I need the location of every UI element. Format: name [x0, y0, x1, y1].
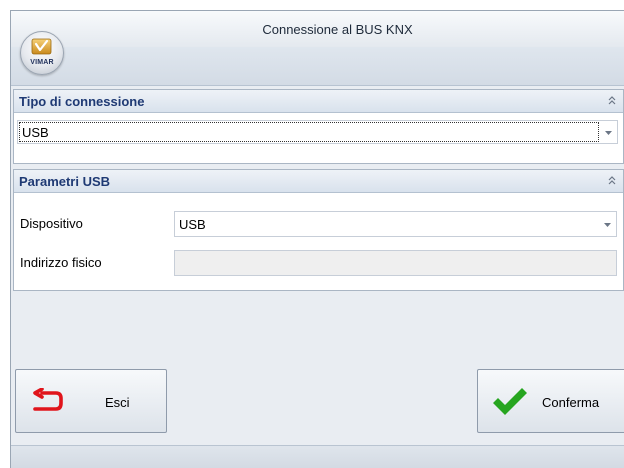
connection-type-select[interactable]: USB [17, 120, 618, 144]
focus-rect [19, 122, 599, 142]
checkmark-icon [493, 388, 527, 415]
connection-type-header[interactable]: Tipo di connessione [14, 90, 623, 113]
window-title: Connessione al BUS KNX [262, 22, 413, 37]
physical-address-label: Indirizzo fisico [20, 255, 102, 270]
chevron-down-icon[interactable] [605, 131, 612, 135]
connection-type-title: Tipo di connessione [19, 94, 145, 109]
app-logo-text: VIMAR [30, 59, 54, 66]
confirm-button-label: Conferma [542, 395, 600, 410]
device-select[interactable]: USB [174, 211, 617, 237]
usb-parameters-group: Parametri USB Dispositivo USB Indirizzo … [13, 169, 624, 291]
device-value: USB [179, 217, 206, 232]
status-bar [11, 445, 624, 468]
dialog-window: Connessione al BUS KNX VIMAR Tipo di con… [10, 10, 624, 468]
exit-button[interactable]: Esci [15, 369, 167, 433]
usb-parameters-header[interactable]: Parametri USB [14, 170, 623, 193]
usb-parameters-title: Parametri USB [19, 174, 111, 189]
back-arrow-icon [33, 388, 63, 411]
connection-type-value: USB [22, 125, 49, 140]
title-bar: Connessione al BUS KNX [11, 11, 624, 47]
collapse-icon[interactable] [607, 174, 617, 186]
device-label: Dispositivo [20, 216, 83, 231]
application-button[interactable]: VIMAR [20, 31, 64, 75]
toolbar-strip [11, 47, 624, 86]
exit-button-label: Esci [105, 395, 130, 410]
connection-type-group: Tipo di connessione USB [13, 89, 624, 164]
collapse-icon[interactable] [607, 94, 617, 106]
physical-address-field [174, 250, 617, 276]
confirm-button[interactable]: Conferma [477, 369, 624, 433]
chevron-down-icon[interactable] [604, 223, 611, 227]
vimar-logo-icon [31, 38, 52, 55]
